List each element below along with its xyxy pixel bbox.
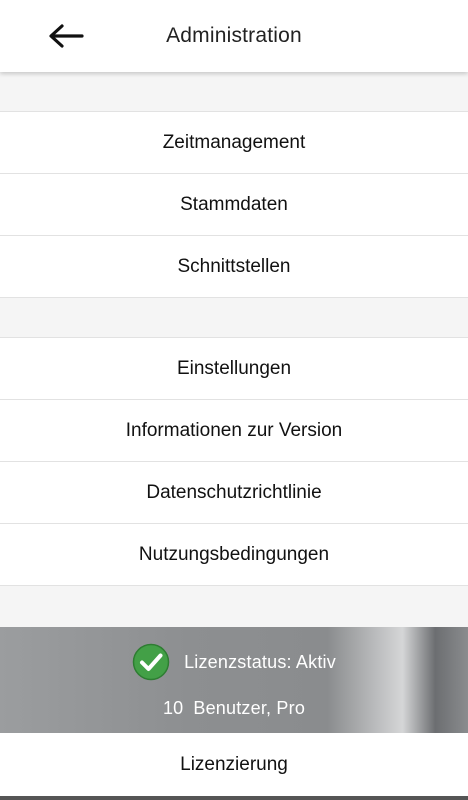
- bottom-divider: [0, 796, 468, 800]
- menu-item-datenschutz[interactable]: Datenschutzrichtlinie: [0, 461, 468, 523]
- section-spacer: [0, 298, 468, 337]
- menu-item-version-info[interactable]: Informationen zur Version: [0, 399, 468, 461]
- section-spacer: [0, 586, 468, 627]
- section-spacer: [0, 72, 468, 111]
- license-plan-text: Benutzer, Pro: [193, 697, 306, 718]
- check-circle-icon: [132, 643, 170, 681]
- license-status-row: Lizenzstatus: Aktiv: [0, 643, 468, 681]
- license-status-text: Lizenzstatus: Aktiv: [184, 651, 336, 672]
- menu-item-schnittstellen[interactable]: Schnittstellen: [0, 235, 468, 298]
- license-users: 10 Benutzer, Pro: [0, 695, 468, 721]
- app-bar: Administration: [0, 0, 468, 72]
- menu-item-einstellungen[interactable]: Einstellungen: [0, 337, 468, 399]
- menu-item-zeitmanagement[interactable]: Zeitmanagement: [0, 111, 468, 173]
- menu-item-stammdaten[interactable]: Stammdaten: [0, 173, 468, 235]
- arrow-left-icon: [49, 24, 84, 48]
- license-status-panel: Lizenzstatus: Aktiv 10 Benutzer, Pro: [0, 627, 468, 733]
- menu-item-nutzungsbedingungen[interactable]: Nutzungsbedingungen: [0, 523, 468, 586]
- license-user-count: 10: [162, 697, 184, 718]
- back-button[interactable]: [40, 14, 92, 58]
- licensing-button[interactable]: Lizenzierung: [0, 733, 468, 796]
